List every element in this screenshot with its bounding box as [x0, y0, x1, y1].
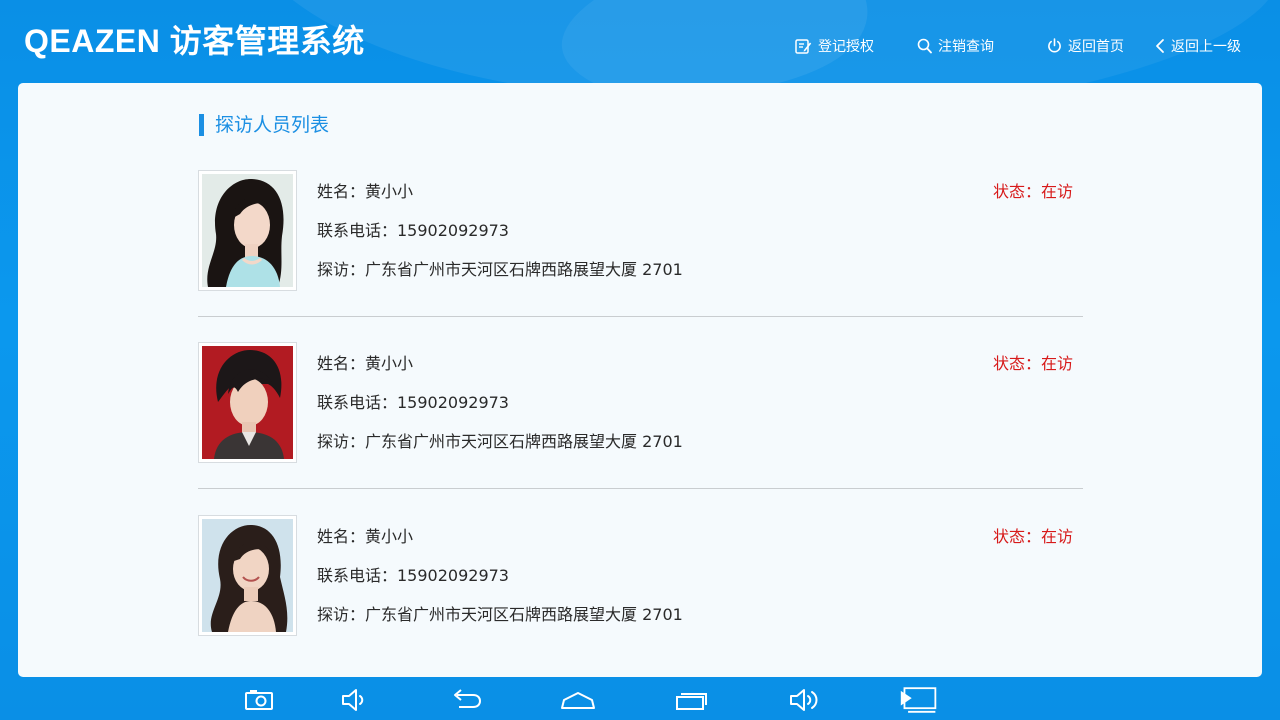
home-icon: [561, 692, 595, 709]
avatar: [202, 174, 293, 287]
register-authorize-button[interactable]: 登记授权: [795, 34, 874, 58]
volume-up-icon: [790, 689, 818, 711]
cancel-query-label: 注销查询: [938, 39, 994, 55]
return-home-button[interactable]: 返回首页: [1047, 34, 1124, 58]
visitor-phone: 联系电话：15902092973: [317, 566, 509, 585]
visitor-info: 姓名：黄小小 联系电话：15902092973 探访：广东省广州市天河区石牌西路…: [317, 527, 683, 644]
back-icon: [454, 689, 482, 708]
volume-down-button[interactable]: [334, 683, 374, 717]
go-back-label: 返回上一级: [1171, 39, 1241, 55]
visitor-row[interactable]: 姓名：黄小小 联系电话：15902092973 探访：广东省广州市天河区石牌西路…: [198, 515, 1083, 637]
system-navigation-bar: [0, 680, 1280, 720]
power-icon: [1048, 38, 1061, 53]
back-button[interactable]: [446, 683, 486, 717]
volume-up-button[interactable]: [784, 683, 824, 717]
visitor-status: 状态：在访: [992, 527, 1073, 546]
visitor-row[interactable]: 姓名：黄小小 联系电话：15902092973 探访：广东省广州市天河区石牌西路…: [198, 342, 1083, 489]
avatar: [202, 346, 293, 459]
visitor-name: 姓名：黄小小: [317, 527, 414, 546]
return-home-label: 返回首页: [1068, 39, 1124, 55]
app-header: QEAZEN 访客管理系统 登记授权 注销查询 返回首页 返回上一级: [0, 0, 1280, 82]
visitor-name: 姓名：黄小小: [317, 354, 414, 373]
visitor-photo: [198, 515, 297, 636]
visitor-phone: 联系电话：15902092973: [317, 221, 509, 240]
chevron-left-icon: [1156, 39, 1164, 53]
edit-icon: [795, 39, 812, 54]
home-button[interactable]: [558, 683, 598, 717]
visitor-destination: 探访：广东省广州市天河区石牌西路展望大厦 2701: [317, 260, 683, 279]
screen-cast-button[interactable]: [899, 683, 939, 717]
recent-apps-button[interactable]: [672, 683, 712, 717]
visitor-row[interactable]: 姓名：黄小小 联系电话：15902092973 探访：广东省广州市天河区石牌西路…: [198, 170, 1083, 317]
screenshot-icon: [245, 690, 273, 710]
register-authorize-label: 登记授权: [818, 39, 874, 55]
content-panel: 探访人员列表 姓名：黄小小 联系电话：15902092973 探访：广东省广州市…: [18, 83, 1262, 677]
visitor-photo: [198, 342, 297, 463]
cancel-query-button[interactable]: 注销查询: [917, 34, 994, 58]
screenshot-button[interactable]: [239, 683, 279, 717]
visitor-phone: 联系电话：15902092973: [317, 393, 509, 412]
avatar: [202, 519, 293, 632]
app-brand-title: QEAZEN 访客管理系统: [24, 23, 365, 59]
section-title: 探访人员列表: [199, 114, 329, 136]
volume-down-icon: [342, 689, 364, 711]
visitor-destination: 探访：广东省广州市天河区石牌西路展望大厦 2701: [317, 605, 683, 624]
search-icon: [917, 38, 932, 54]
visitor-status: 状态：在访: [992, 354, 1073, 373]
visitor-photo: [198, 170, 297, 291]
visitor-status: 状态：在访: [992, 182, 1073, 201]
go-back-button[interactable]: 返回上一级: [1155, 34, 1241, 58]
screen-cast-icon: [900, 687, 937, 713]
visitor-destination: 探访：广东省广州市天河区石牌西路展望大厦 2701: [317, 432, 683, 451]
visitor-name: 姓名：黄小小: [317, 182, 414, 201]
visitor-info: 姓名：黄小小 联系电话：15902092973 探访：广东省广州市天河区石牌西路…: [317, 354, 683, 471]
recent-apps-icon: [676, 693, 707, 710]
visitor-info: 姓名：黄小小 联系电话：15902092973 探访：广东省广州市天河区石牌西路…: [317, 182, 683, 299]
